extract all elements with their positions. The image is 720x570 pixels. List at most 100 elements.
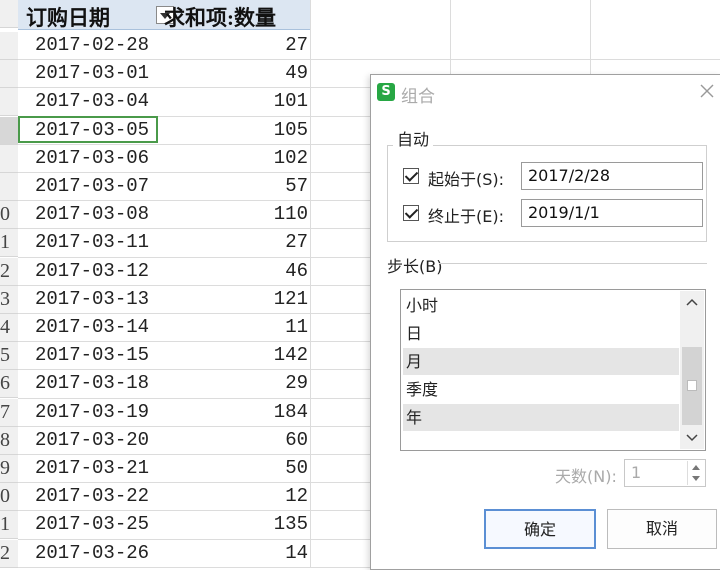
row-header[interactable]: 3 [0,285,18,314]
row-number: 0 [0,203,10,226]
step-option[interactable]: 小时 [403,292,679,319]
cancel-button[interactable]: 取消 [607,509,717,549]
step-divider [439,263,707,264]
step-option[interactable]: 季度 [403,376,679,403]
step-listbox[interactable]: 小时日月季度年 [400,289,706,451]
row-number: 9 [0,457,10,479]
quantity-cell[interactable]: 60 [285,429,308,451]
order-date-cell[interactable]: 2017-03-14 [35,316,149,338]
order-date-cell[interactable]: 2017-02-28 [35,34,149,56]
quantity-cell[interactable]: 46 [285,260,308,282]
row-number: 1 [0,513,10,536]
row-header[interactable]: 1 [0,511,18,540]
row-header[interactable]: 2 [0,539,18,568]
row-header[interactable]: 0 [0,483,18,512]
order-date-cell[interactable]: 2017-03-26 [35,542,149,564]
start-at-label: 起始于(S): [428,170,505,189]
row-number: 7 [0,400,10,423]
order-date-cell[interactable]: 2017-03-07 [35,175,149,197]
order-date-header: 订购日期 [26,6,110,30]
quantity-cell[interactable]: 50 [285,457,308,479]
order-date-cell[interactable]: 2017-03-06 [35,147,149,169]
group-dialog: S 组合 自动 起始于(S): 2017/2/28 终止于(E): 2019/1… [370,74,720,570]
quantity-cell[interactable]: 29 [285,372,308,394]
row-number: 2 [0,259,10,282]
days-value: 1 [631,463,642,482]
row-number: 6 [0,372,10,395]
start-at-checkbox[interactable] [403,168,419,184]
order-date-cell[interactable]: 2017-03-21 [35,457,149,479]
close-icon[interactable] [697,81,717,101]
order-date-cell[interactable]: 2017-03-22 [35,485,149,507]
row-header[interactable] [0,88,18,117]
row-header[interactable]: 6 [0,370,18,399]
listbox-scrollbar[interactable] [680,291,704,449]
dialog-title: 组合 [401,87,435,107]
step-option[interactable]: 年 [403,404,679,431]
start-at-input[interactable]: 2017/2/28 [521,162,703,190]
order-date-cell[interactable]: 2017-03-08 [35,203,149,225]
quantity-cell[interactable]: 121 [274,288,308,310]
quantity-cell[interactable]: 184 [274,401,308,423]
quantity-cell[interactable]: 14 [285,542,308,564]
order-date-cell[interactable]: 2017-03-25 [35,513,149,535]
order-date-cell[interactable]: 2017-03-15 [35,344,149,366]
row-number: 1 [0,231,10,254]
quantity-cell[interactable]: 101 [274,90,308,112]
row-header[interactable]: 2 [0,257,18,286]
order-date-cell[interactable]: 2017-03-20 [35,429,149,451]
quantity-cell[interactable]: 135 [274,513,308,535]
days-spinner-buttons[interactable] [687,461,704,485]
end-at-checkbox[interactable] [403,205,419,221]
row-header[interactable] [0,173,18,201]
order-date-cell[interactable]: 2017-03-04 [35,90,149,112]
quantity-cell[interactable]: 142 [274,344,308,366]
quantity-cell[interactable]: 12 [285,485,308,507]
order-date-cell[interactable]: 2017-03-11 [35,231,149,253]
row-header[interactable] [0,0,18,28]
end-at-input[interactable]: 2019/1/1 [521,199,703,227]
quantity-cell[interactable]: 57 [285,175,308,197]
order-date-cell[interactable]: 2017-03-19 [35,401,149,423]
row-header[interactable]: 9 [0,455,18,483]
row-header[interactable]: 7 [0,398,18,427]
quantity-cell[interactable]: 27 [285,231,308,253]
chevron-up-icon[interactable] [685,297,699,307]
row-number: 0 [0,485,10,508]
active-cell-selection [18,116,158,143]
order-date-cell[interactable]: 2017-03-18 [35,372,149,394]
quantity-cell[interactable]: 105 [274,119,308,141]
grid-row-line [18,59,720,61]
row-header[interactable] [0,116,18,145]
quantity-cell[interactable]: 102 [274,147,308,169]
quantity-cell[interactable]: 49 [285,62,308,84]
order-date-cell[interactable]: 2017-03-01 [35,62,149,84]
spin-up-icon[interactable] [691,464,701,471]
row-header[interactable]: 1 [0,229,18,258]
chevron-down-icon[interactable] [685,433,699,443]
end-at-label: 终止于(E): [428,207,504,226]
row-header[interactable] [0,60,18,89]
row-header[interactable]: 4 [0,314,18,342]
quantity-cell[interactable]: 27 [285,34,308,56]
row-number: 8 [0,428,10,451]
row-header[interactable]: 5 [0,342,18,371]
quantity-cell[interactable]: 11 [285,316,308,338]
step-option[interactable]: 月 [403,348,679,375]
ok-button[interactable]: 确定 [484,509,596,549]
order-date-cell[interactable]: 2017-03-12 [35,260,149,282]
quantity-cell[interactable]: 110 [274,203,308,225]
wps-sheet-icon: S [377,83,395,101]
row-header[interactable] [0,144,18,173]
order-date-cell[interactable]: 2017-03-13 [35,288,149,310]
step-label: 步长(B) [387,257,443,276]
row-number: 5 [0,344,10,367]
row-header[interactable] [0,32,18,60]
row-header[interactable]: 8 [0,426,18,455]
step-option[interactable]: 日 [403,320,679,347]
spin-down-icon[interactable] [691,475,701,482]
days-spinner-input[interactable]: 1 [624,459,706,487]
pivot-header-row: 订购日期 求和项:数量 [18,0,310,30]
sum-quantity-header: 求和项:数量 [164,6,276,30]
row-header[interactable]: 0 [0,201,18,230]
